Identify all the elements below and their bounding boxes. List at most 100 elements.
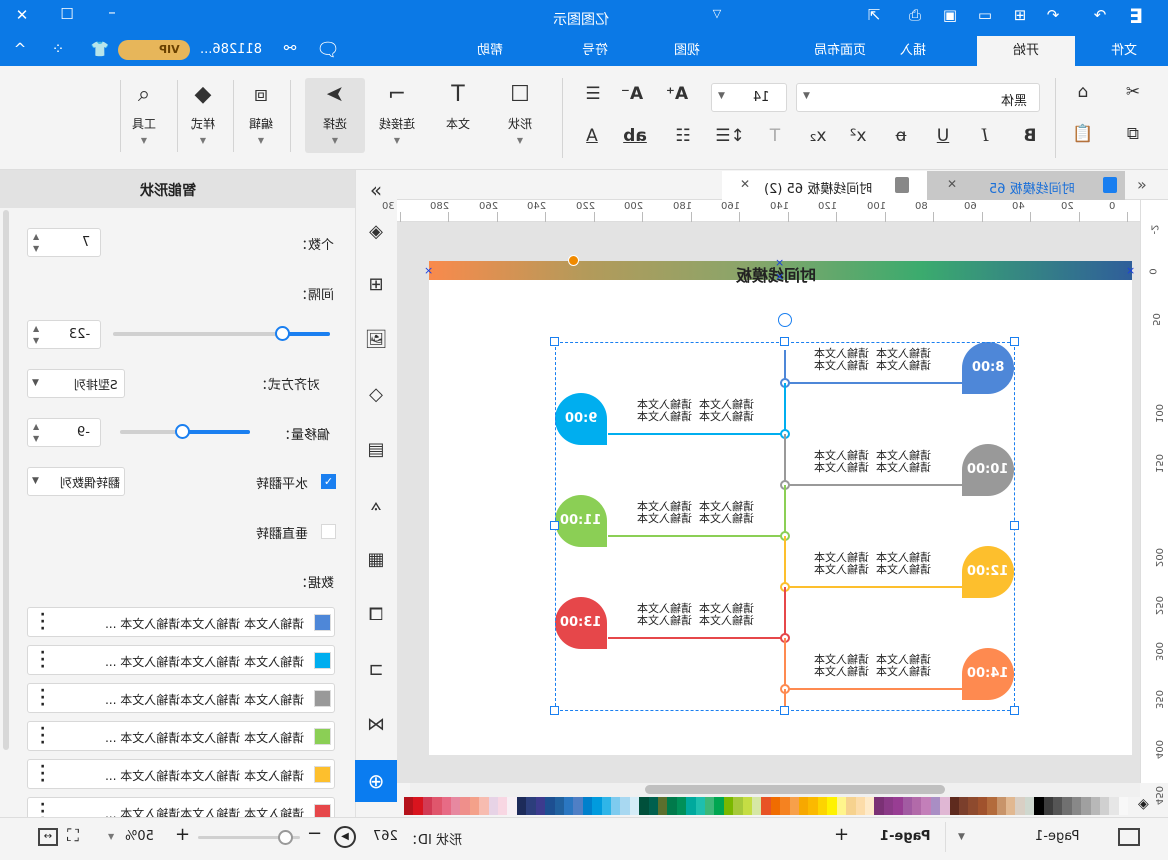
- open-icon[interactable]: ▭: [973, 6, 997, 24]
- palette-swatch[interactable]: [921, 797, 931, 815]
- palette-swatch[interactable]: [996, 797, 1006, 815]
- table-icon[interactable]: ▦: [362, 546, 390, 574]
- zoom-level[interactable]: 50%: [125, 829, 154, 844]
- resize-handle[interactable]: [780, 337, 789, 346]
- vip-badge[interactable]: VIP: [118, 40, 190, 60]
- share-icon[interactable]: ⚯: [278, 39, 302, 57]
- grow-font-icon[interactable]: A⁺: [662, 84, 692, 104]
- more-options-icon[interactable]: ···: [40, 608, 45, 636]
- palette-swatch[interactable]: [723, 797, 734, 815]
- palette-swatch[interactable]: [968, 797, 978, 815]
- palette-swatch[interactable]: [592, 797, 602, 815]
- more-options-icon[interactable]: ···: [40, 760, 45, 788]
- tabs-expand-icon[interactable]: »: [1137, 175, 1147, 194]
- font-size-select[interactable]: 14 ▼: [711, 83, 787, 112]
- font-family-select[interactable]: 黑体 ▼: [796, 83, 1040, 112]
- list-icon[interactable]: ☷: [668, 126, 698, 146]
- layers-icon[interactable]: ◇: [362, 381, 390, 409]
- text-case-icon[interactable]: T: [760, 126, 790, 146]
- tab-1[interactable]: 开始: [977, 36, 1075, 66]
- org-chart-icon[interactable]: ⧠: [362, 601, 390, 629]
- zoom-dropdown-icon[interactable]: ▼: [108, 832, 114, 841]
- zoom-in-button[interactable]: +: [175, 824, 190, 845]
- palette-swatch[interactable]: [836, 797, 847, 815]
- color-swatch[interactable]: [314, 614, 331, 631]
- shape-button[interactable]: ☐ 形状 ▼: [490, 78, 550, 153]
- cut-icon[interactable]: ✂: [1118, 82, 1148, 102]
- more-options-icon[interactable]: ···: [40, 722, 45, 750]
- data-row[interactable]: 请输入文本 请输入文本请输入文本 ... ···: [27, 645, 335, 675]
- more-dropdown-icon[interactable]: ▽: [705, 7, 729, 20]
- palette-swatch[interactable]: [686, 797, 696, 815]
- tools-button[interactable]: ⌕ 工具 ▼: [114, 78, 174, 153]
- palette-swatch[interactable]: [1034, 797, 1044, 815]
- strikethrough-icon[interactable]: ɑ: [886, 126, 916, 146]
- font-color-icon[interactable]: A: [577, 126, 607, 146]
- palette-swatch[interactable]: [451, 797, 461, 815]
- chat-icon[interactable]: 🗨: [316, 38, 340, 61]
- palette-swatch[interactable]: [958, 797, 969, 815]
- resize-handle[interactable]: [780, 706, 789, 715]
- undo-icon[interactable]: ↷: [1041, 6, 1065, 24]
- horizontal-scrollbar[interactable]: [645, 785, 945, 794]
- control-point[interactable]: [568, 255, 579, 266]
- save-icon[interactable]: ▣: [938, 6, 962, 24]
- palette-swatch[interactable]: [902, 797, 912, 815]
- fill-icon[interactable]: ◈: [362, 218, 390, 246]
- palette-swatch[interactable]: [610, 797, 621, 815]
- page-dropdown-icon[interactable]: ▼: [958, 832, 965, 842]
- image-icon[interactable]: 🖼: [362, 326, 390, 354]
- tab-5[interactable]: 符号: [560, 36, 630, 66]
- palette-swatch[interactable]: [799, 797, 809, 815]
- resize-handle[interactable]: [1010, 521, 1019, 530]
- grid-icon[interactable]: ⊞: [362, 271, 390, 299]
- palette-swatch[interactable]: [1043, 797, 1054, 815]
- palette-swatch[interactable]: [516, 797, 527, 815]
- palette-swatch[interactable]: [893, 797, 903, 815]
- align-select[interactable]: S型排列 ▼: [27, 369, 125, 398]
- collapse-panel-icon[interactable]: «: [362, 176, 390, 204]
- color-swatch[interactable]: [314, 728, 331, 745]
- page-tab[interactable]: Page-1: [880, 829, 931, 844]
- palette-swatch[interactable]: [648, 797, 658, 815]
- bold-button[interactable]: B: [1015, 126, 1045, 146]
- palette-swatch[interactable]: [582, 797, 593, 815]
- palette-swatch[interactable]: [911, 797, 922, 815]
- tab-6[interactable]: 帮助: [455, 36, 525, 66]
- line-spacing-icon[interactable]: ☰↕: [715, 126, 745, 146]
- print-icon[interactable]: ⎙: [903, 6, 927, 24]
- tab-3[interactable]: 页面布局: [790, 36, 890, 66]
- palette-swatch[interactable]: [1109, 797, 1119, 815]
- palette-swatch[interactable]: [1015, 797, 1025, 815]
- panel-toggle-icon[interactable]: [1118, 828, 1140, 846]
- fullscreen-icon[interactable]: ⛶: [67, 826, 79, 846]
- palette-swatch[interactable]: [846, 797, 856, 815]
- hflip-checkbox[interactable]: ✓: [321, 474, 336, 489]
- palette-swatch[interactable]: [629, 797, 640, 815]
- palette-swatch[interactable]: [573, 797, 583, 815]
- palette-swatch[interactable]: [498, 797, 508, 815]
- palette-swatch[interactable]: [422, 797, 433, 815]
- color-swatch[interactable]: [314, 652, 331, 669]
- palette-swatch[interactable]: [432, 797, 442, 815]
- rotate-handle[interactable]: [778, 313, 792, 327]
- palette-swatch[interactable]: [789, 797, 800, 815]
- shrink-font-icon[interactable]: A⁻: [617, 84, 647, 104]
- handle-x[interactable]: ×: [424, 264, 433, 277]
- palette-swatch[interactable]: [563, 797, 574, 815]
- close-icon[interactable]: ✕: [10, 6, 34, 24]
- palette-swatch[interactable]: [620, 797, 630, 815]
- style-button[interactable]: ◆ 样式 ▼: [173, 78, 233, 153]
- edit-button[interactable]: ⧈ 编辑 ▼: [231, 78, 291, 153]
- palette-swatch[interactable]: [526, 797, 536, 815]
- palette-swatch[interactable]: [667, 797, 677, 815]
- palette-swatch[interactable]: [1118, 797, 1129, 815]
- palette-swatch[interactable]: [780, 797, 790, 815]
- add-page-button[interactable]: +: [834, 824, 849, 845]
- palette-swatch[interactable]: [742, 797, 753, 815]
- more-options-icon[interactable]: ···: [40, 646, 45, 674]
- palette-swatch[interactable]: [864, 797, 875, 815]
- offset-spinner[interactable]: ▲ ▼ -9: [27, 418, 101, 447]
- palette-swatch[interactable]: [752, 797, 762, 815]
- palette-swatch[interactable]: [827, 797, 837, 815]
